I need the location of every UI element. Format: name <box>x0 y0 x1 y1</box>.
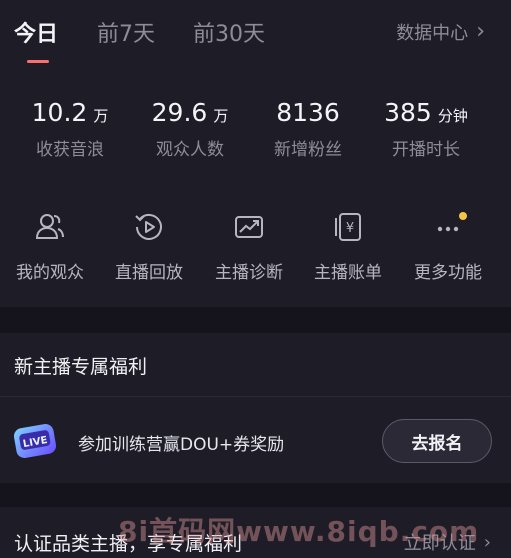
tool-label: 我的观众 <box>16 263 84 283</box>
divider <box>0 396 511 397</box>
tab-7-days[interactable]: 前7天 <box>97 16 155 48</box>
bill-icon: ¥ <box>335 213 361 241</box>
stat-value: 10.2 <box>31 98 88 127</box>
stat-value: 385 <box>384 98 432 127</box>
diagnosis-icon <box>235 216 263 238</box>
tool-streamer-bill[interactable]: ¥ 主播账单 <box>298 210 398 283</box>
stat-new-fans: 8136 新增粉丝 <box>248 98 368 160</box>
date-tabs: 今日 前7天 前30天 数据中心 › <box>0 0 511 64</box>
active-tab-indicator <box>27 60 49 63</box>
stat-value: 8136 <box>276 98 340 127</box>
stat-value-row: 8136 <box>248 98 368 127</box>
stat-value-row: 10.2 万 <box>10 98 130 127</box>
tool-label: 主播诊断 <box>215 263 283 283</box>
audience-icon <box>35 214 64 239</box>
stat-duration: 385 分钟 开播时长 <box>366 98 486 160</box>
tool-label: 更多功能 <box>414 263 482 283</box>
signup-button[interactable]: 去报名 <box>382 419 492 463</box>
stats-row: 10.2 万 收获音浪 29.6 万 观众人数 8136 新增粉丝 385 分钟 开播… <box>0 98 511 168</box>
watermark: 8i首码网www.8iqb.com <box>118 515 480 548</box>
chevron-right-icon: › <box>476 19 485 44</box>
stats-panel: 今日 前7天 前30天 数据中心 › 10.2 万 收获音浪 29.6 万 观众人数… <box>0 0 511 307</box>
stat-unit: 分钟 <box>437 107 468 125</box>
chevron-right-icon: › <box>483 531 491 553</box>
tab-today[interactable]: 今日 <box>14 16 58 48</box>
tool-more-features[interactable]: 更多功能 <box>398 210 498 283</box>
welfare-title: 新主播专属福利 <box>14 356 148 378</box>
svg-text:¥: ¥ <box>346 221 354 236</box>
stat-unit: 万 <box>213 107 229 125</box>
stat-value-row: 385 分钟 <box>366 98 486 127</box>
stat-income: 10.2 万 收获音浪 <box>10 98 130 160</box>
tool-label: 直播回放 <box>115 263 183 283</box>
tool-live-replay[interactable]: 直播回放 <box>99 210 199 283</box>
stat-value: 29.6 <box>151 98 208 127</box>
stat-unit: 万 <box>93 107 109 125</box>
stat-label: 开播时长 <box>392 140 460 160</box>
data-center-link[interactable]: 数据中心 › <box>396 19 485 45</box>
data-center-label: 数据中心 <box>396 23 469 44</box>
replay-icon <box>135 213 162 240</box>
stat-value-row: 29.6 万 <box>130 98 250 127</box>
live-badge-icon: LIVE <box>12 420 60 464</box>
tools-row: 我的观众 直播回放 主播诊断 ¥ 主播账单 更多功能 <box>0 210 511 290</box>
tool-my-audience[interactable]: 我的观众 <box>0 210 100 283</box>
tab-30-days[interactable]: 前30天 <box>193 16 265 48</box>
stat-label: 新增粉丝 <box>274 140 342 160</box>
tool-label: 主播账单 <box>314 263 382 283</box>
notification-dot <box>459 212 467 220</box>
training-camp-text: 参加训练营赢DOU+券奖励 <box>78 435 285 455</box>
stat-label: 收获音浪 <box>36 140 104 160</box>
stat-viewers: 29.6 万 观众人数 <box>130 98 250 160</box>
tool-streamer-diagnosis[interactable]: 主播诊断 <box>199 210 299 283</box>
stat-label: 观众人数 <box>156 140 224 160</box>
